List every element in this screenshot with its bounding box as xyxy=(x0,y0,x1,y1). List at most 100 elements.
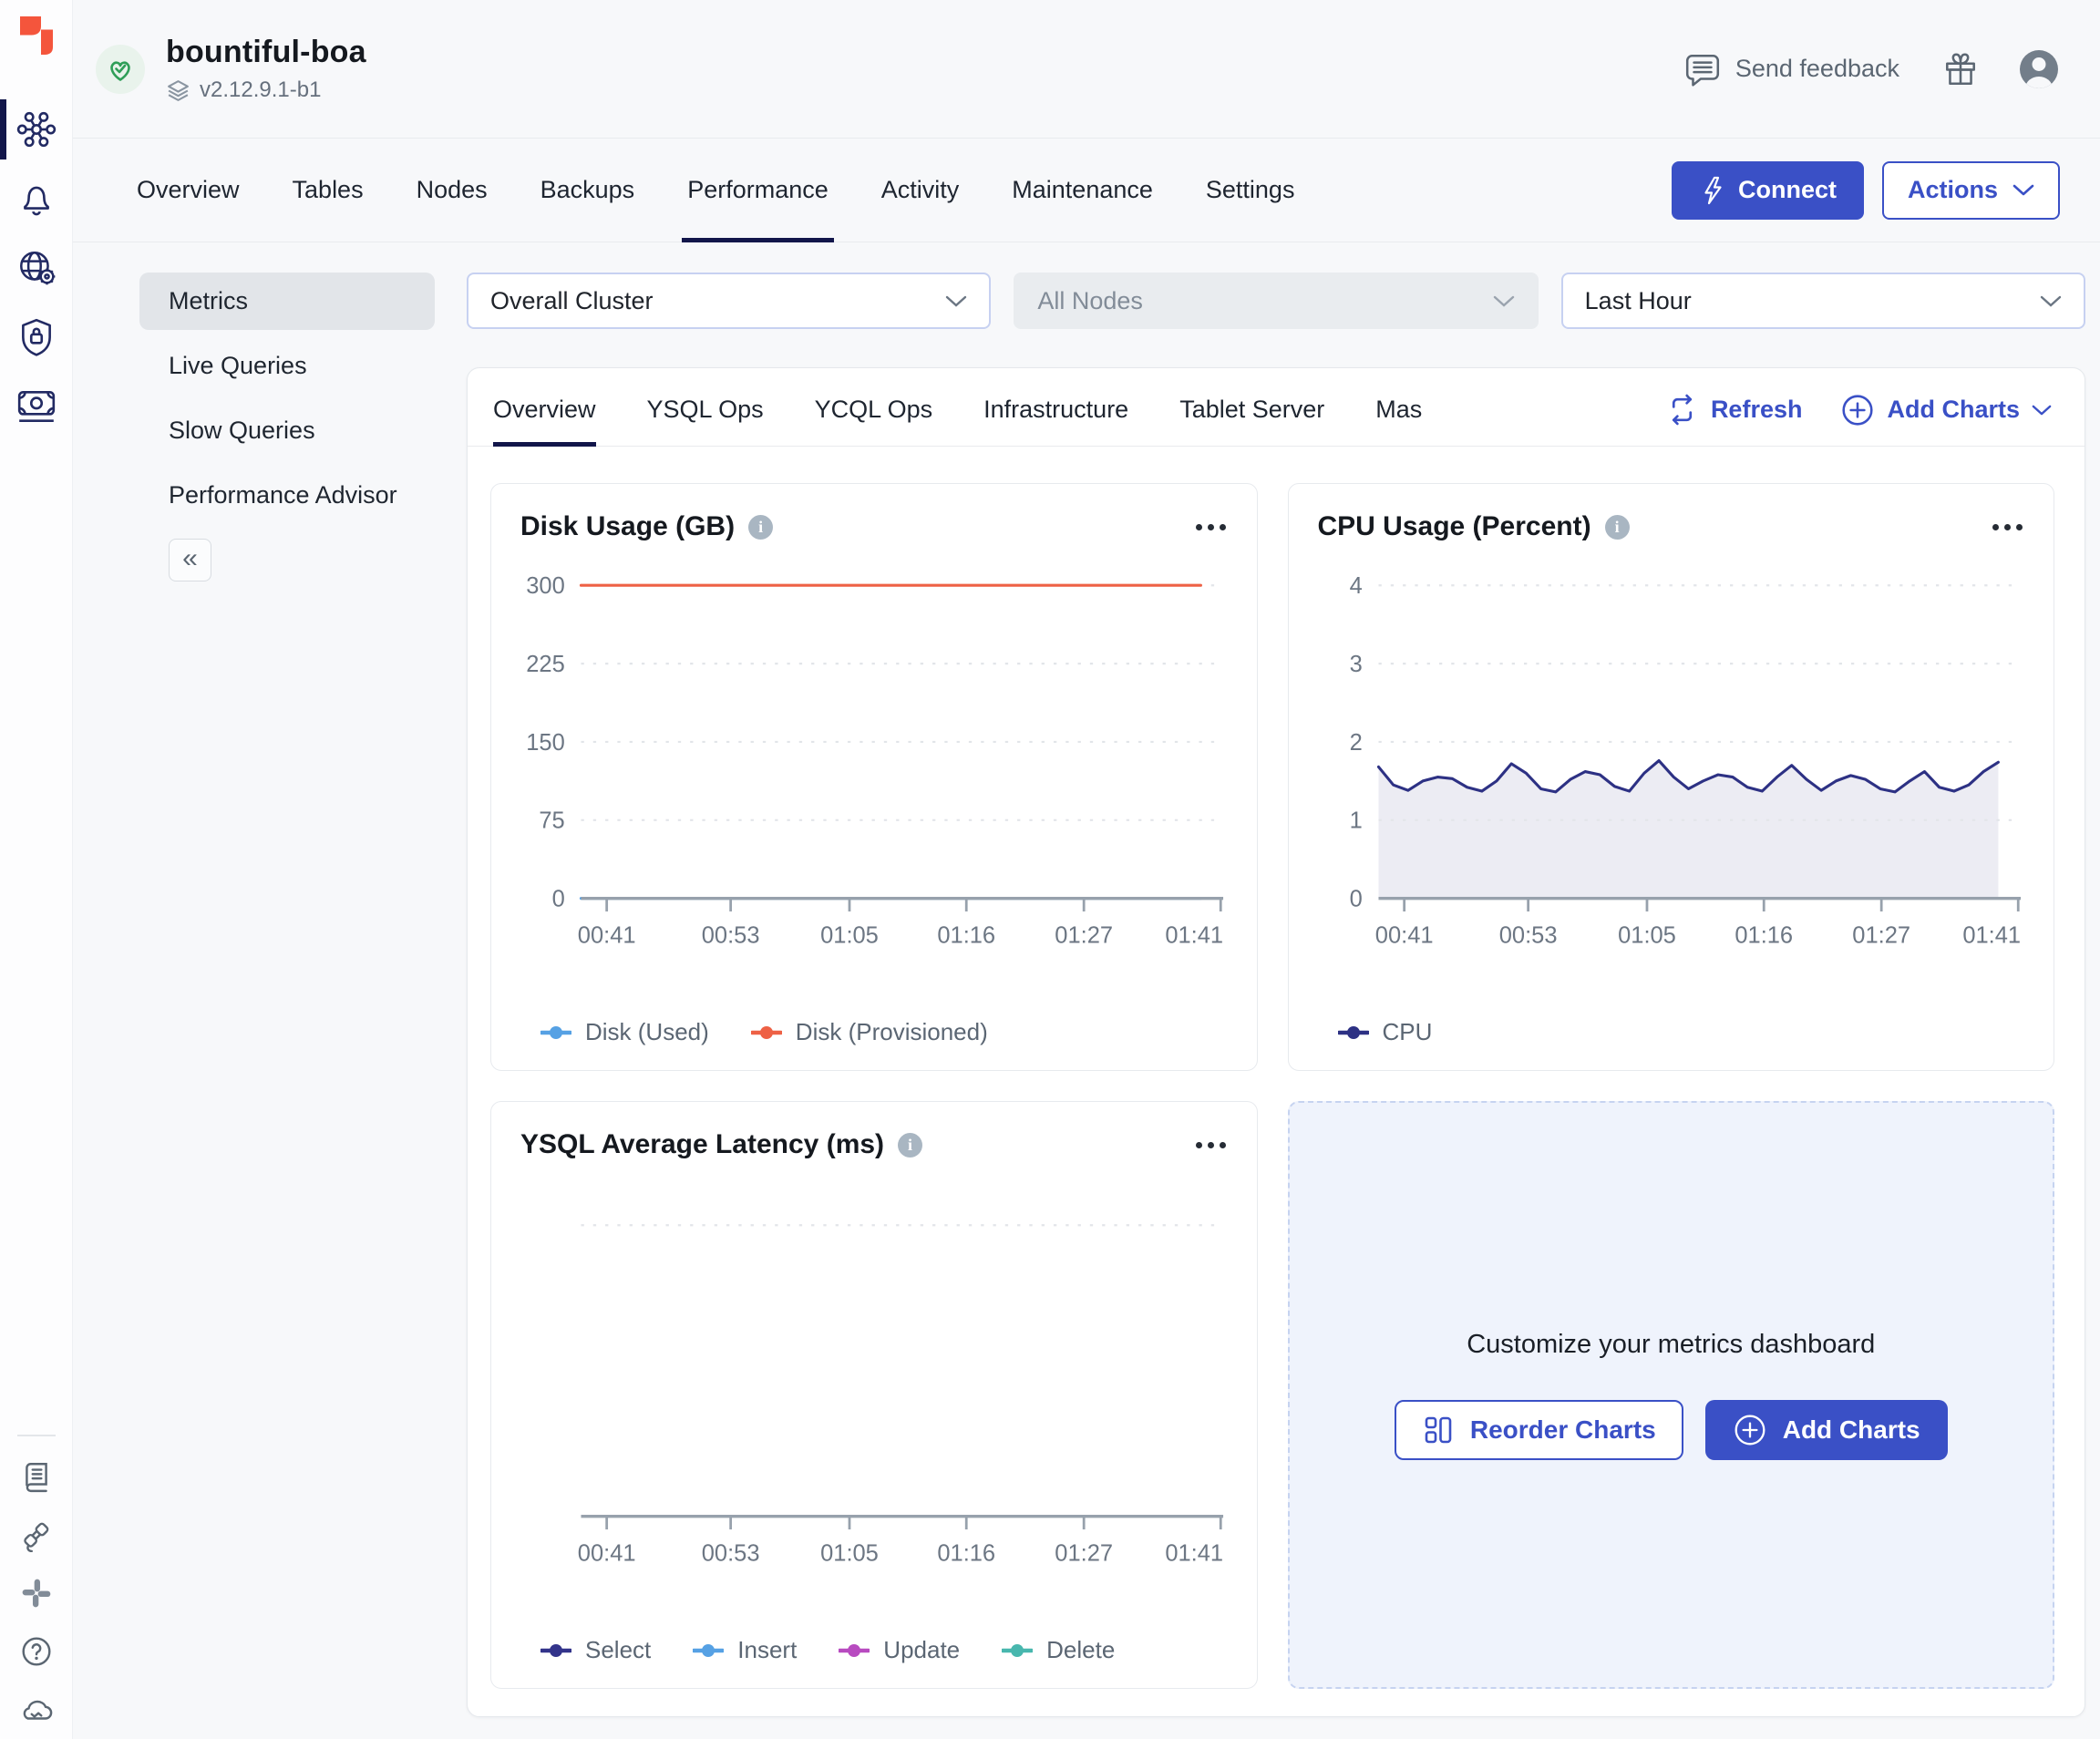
legend-label: Insert xyxy=(737,1636,797,1664)
disk-usage-chart[interactable]: 07515022530000:4100:5301:0501:1601:2701:… xyxy=(520,555,1228,959)
chart-menu-button[interactable] xyxy=(1991,517,2024,538)
legend-item[interactable]: Update xyxy=(839,1636,960,1664)
cpu-usage-chart[interactable]: 0123400:4100:5301:0501:1601:2701:41 xyxy=(1318,555,2025,959)
tab-performance[interactable]: Performance xyxy=(687,139,829,242)
nodes-select-value: All Nodes xyxy=(1037,287,1143,315)
bell-icon xyxy=(17,180,56,218)
legend-item[interactable]: Delete xyxy=(1002,1636,1115,1664)
chart-menu-button[interactable] xyxy=(1194,1135,1228,1156)
chart-title: YSQL Average Latency (ms) xyxy=(520,1129,884,1160)
svg-text:01:41: 01:41 xyxy=(1165,1540,1223,1566)
svg-text:01:27: 01:27 xyxy=(1055,922,1113,948)
add-charts-button[interactable]: Add Charts xyxy=(1840,393,2052,427)
whats-new-button[interactable] xyxy=(1941,50,1980,88)
chart-title: Disk Usage (GB) xyxy=(520,511,735,542)
info-icon[interactable] xyxy=(748,515,773,540)
submenu-label: Performance Advisor xyxy=(169,481,397,509)
chevron-down-icon xyxy=(1493,294,1515,308)
chart-legend: Select Insert Update Delete xyxy=(520,1636,1228,1664)
nodes-select[interactable]: All Nodes xyxy=(1014,273,1538,329)
scope-select[interactable]: Overall Cluster xyxy=(467,273,991,329)
info-icon[interactable] xyxy=(1605,515,1630,540)
feedback-bubble-icon xyxy=(1683,52,1722,87)
actions-button[interactable]: Actions xyxy=(1882,161,2060,220)
refresh-button[interactable]: Refresh xyxy=(1665,393,1803,427)
legend-label: Select xyxy=(585,1636,651,1664)
main-area: bountiful-boa v2.12.9.1-b1 Send feedback xyxy=(73,0,2100,1739)
svg-text:01:05: 01:05 xyxy=(820,922,879,948)
tab-label: Performance xyxy=(687,176,829,204)
ysql-latency-chart[interactable]: 00:4100:5301:0501:1601:2701:41 xyxy=(520,1173,1228,1577)
tab-backups[interactable]: Backups xyxy=(540,139,635,242)
ysql-latency-card: YSQL Average Latency (ms) 00:4100:5301:0… xyxy=(490,1101,1258,1689)
legend-item[interactable]: Disk (Provisioned) xyxy=(751,1018,988,1046)
refresh-label: Refresh xyxy=(1711,396,1803,424)
rail-item-integrations[interactable] xyxy=(0,1506,73,1564)
send-feedback-label: Send feedback xyxy=(1735,55,1899,83)
add-charts-panel-button[interactable]: Add Charts xyxy=(1705,1400,1948,1460)
rail-item-clusters[interactable] xyxy=(0,95,73,164)
rail-item-cloud-status[interactable] xyxy=(0,1681,73,1739)
rail-item-network[interactable] xyxy=(0,233,73,303)
performance-submenu: Metrics Live Queries Slow Queries Perfor… xyxy=(139,273,435,581)
connect-button[interactable]: Connect xyxy=(1672,161,1864,220)
svg-text:300: 300 xyxy=(526,573,565,599)
reorder-charts-button[interactable]: Reorder Charts xyxy=(1395,1400,1683,1460)
legend-label: CPU xyxy=(1383,1018,1433,1046)
metrics-tab-infrastructure[interactable]: Infrastructure xyxy=(983,374,1128,446)
legend-label: Update xyxy=(883,1636,960,1664)
metrics-tab-label: Tablet Server xyxy=(1179,396,1324,424)
rail-item-billing[interactable] xyxy=(0,372,73,441)
tab-settings[interactable]: Settings xyxy=(1206,139,1295,242)
rail-item-docs[interactable] xyxy=(0,1447,73,1506)
tab-activity[interactable]: Activity xyxy=(881,139,960,242)
time-range-select[interactable]: Last Hour xyxy=(1561,273,2085,329)
rail-item-slack[interactable] xyxy=(0,1564,73,1622)
customize-title: Customize your metrics dashboard xyxy=(1467,1330,1875,1360)
tab-tables[interactable]: Tables xyxy=(293,139,364,242)
title-block: bountiful-boa v2.12.9.1-b1 xyxy=(166,35,366,103)
heart-check-icon xyxy=(105,54,136,85)
submenu-item-performance-advisor[interactable]: Performance Advisor xyxy=(139,467,435,524)
submenu-item-metrics[interactable]: Metrics xyxy=(139,273,435,330)
tab-nodes[interactable]: Nodes xyxy=(417,139,488,242)
legend-item[interactable]: Insert xyxy=(693,1636,797,1664)
submenu-item-live-queries[interactable]: Live Queries xyxy=(139,337,435,395)
legend-item[interactable]: Select xyxy=(540,1636,651,1664)
charts-grid: Disk Usage (GB) 07515022530000:4100:5301… xyxy=(468,447,2085,1689)
customize-dashboard-panel: Customize your metrics dashboard Reorder… xyxy=(1288,1101,2055,1689)
legend-item[interactable]: Disk (Used) xyxy=(540,1018,709,1046)
metrics-tabbar: Overview YSQL Ops YCQL Ops Infrastructur… xyxy=(468,368,2085,447)
rail-item-help[interactable] xyxy=(0,1622,73,1681)
lightning-icon xyxy=(1699,175,1726,206)
tab-maintenance[interactable]: Maintenance xyxy=(1012,139,1153,242)
metrics-tab-ysql-ops[interactable]: YSQL Ops xyxy=(647,374,764,446)
legend-marker-icon xyxy=(1002,1643,1033,1658)
metrics-tab-tablet-server[interactable]: Tablet Server xyxy=(1179,374,1324,446)
submenu-item-slow-queries[interactable]: Slow Queries xyxy=(139,402,435,459)
user-menu-button[interactable] xyxy=(2018,48,2060,90)
legend-item[interactable]: CPU xyxy=(1338,1018,1433,1046)
svg-text:01:41: 01:41 xyxy=(1165,922,1223,948)
add-charts-label: Add Charts xyxy=(1887,396,2020,424)
metrics-tab-overview[interactable]: Overview xyxy=(493,374,596,446)
info-icon[interactable] xyxy=(898,1133,922,1158)
health-badge xyxy=(96,45,145,94)
chart-menu-button[interactable] xyxy=(1194,517,1228,538)
add-charts-panel-label: Add Charts xyxy=(1783,1415,1920,1445)
docs-book-icon xyxy=(20,1460,53,1493)
tab-label: Nodes xyxy=(417,176,488,204)
rail-item-alerts[interactable] xyxy=(0,164,73,233)
tab-overview[interactable]: Overview xyxy=(137,139,240,242)
yugabyte-logo[interactable] xyxy=(15,13,57,58)
metrics-tab-master[interactable]: Mas xyxy=(1375,374,1422,446)
svg-text:00:41: 00:41 xyxy=(578,922,636,948)
legend-marker-icon xyxy=(540,1025,571,1040)
slack-icon xyxy=(20,1577,53,1610)
submenu-label: Metrics xyxy=(169,287,248,315)
collapse-sidebar-button[interactable] xyxy=(169,539,211,581)
send-feedback-button[interactable]: Send feedback xyxy=(1683,52,1899,87)
tab-label: Overview xyxy=(137,176,240,204)
rail-item-security[interactable] xyxy=(0,303,73,372)
metrics-tab-ycql-ops[interactable]: YCQL Ops xyxy=(815,374,933,446)
